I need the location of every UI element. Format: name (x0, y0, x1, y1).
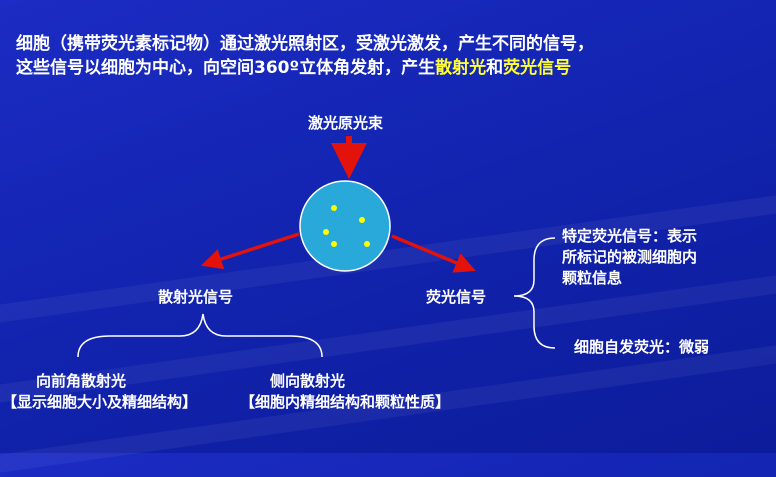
particle-dot (331, 205, 337, 211)
scatter-arrow (201, 232, 300, 270)
cell-circle (299, 180, 391, 272)
side-scatter-note: 【细胞内精细结构和颗粒性质】 (240, 393, 451, 411)
fluorescence-arrow (391, 234, 476, 273)
fluorescence-signal-label: 荧光信号 (426, 288, 487, 306)
particle-dot (331, 241, 337, 247)
specific-fluorescence-text: 特定荧光信号：表示 所标记的被测细胞内 颗粒信息 (562, 226, 697, 289)
auto-fluorescence-label: 细胞自发荧光：微弱 (574, 338, 710, 356)
forward-scatter-label: 向前角散射光 (36, 372, 127, 390)
particle-dot (364, 241, 370, 247)
particle-dot (323, 229, 329, 235)
scatter-signal-label: 散射光信号 (158, 288, 234, 306)
specific-fluorescence-line-3: 颗粒信息 (562, 269, 623, 287)
specific-fluorescence-line-1: 特定荧光信号：表示 (562, 227, 698, 245)
specific-fluorescence-line-2: 所标记的被测细胞内 (562, 248, 698, 266)
laser-beam-label: 激光原光束 (308, 114, 384, 132)
particle-dot (359, 217, 365, 223)
side-scatter-label: 侧向散射光 (270, 372, 346, 390)
fluorescence-brace (513, 237, 556, 349)
scatter-brace (77, 313, 323, 358)
forward-scatter-note: 【显示细胞大小及精细结构】 (2, 393, 198, 411)
